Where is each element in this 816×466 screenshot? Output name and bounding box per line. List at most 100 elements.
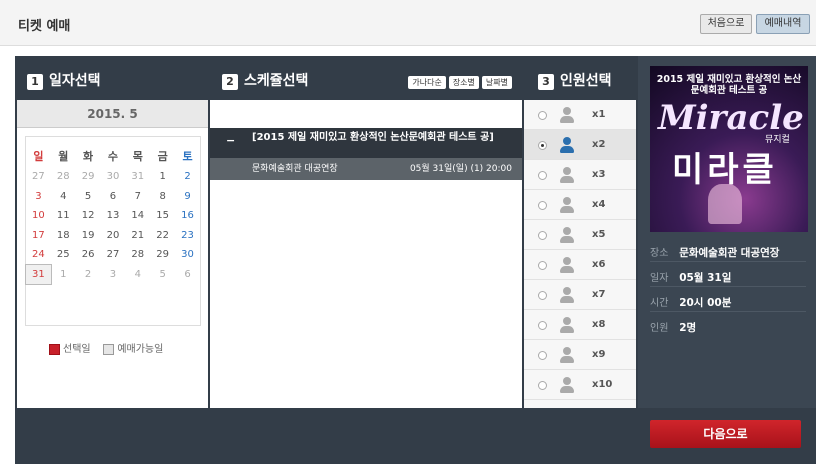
person-count-label: x6 bbox=[592, 259, 606, 270]
radio-button[interactable] bbox=[538, 171, 547, 180]
calendar-day[interactable]: 15 bbox=[150, 206, 175, 226]
radio-button[interactable] bbox=[538, 201, 547, 210]
calendar: 일 월 화 수 목 금 토 27 28 29 30 31 1 2 3 4 5 6 7 8 9 10 11 12 13 14 15 16… bbox=[25, 136, 201, 326]
radio-button[interactable] bbox=[538, 321, 547, 330]
person-count-option[interactable]: x5 bbox=[524, 220, 636, 250]
calendar-day[interactable]: 2 bbox=[175, 167, 200, 187]
collapse-icon[interactable]: − bbox=[226, 134, 235, 147]
show-title: [2015 제일 재미있고 환상적인 논산문예회관 테스트 공] bbox=[252, 132, 494, 143]
person-count-option[interactable]: x2 bbox=[524, 130, 636, 160]
calendar-day[interactable]: 14 bbox=[125, 206, 150, 226]
person-count-label: x7 bbox=[592, 289, 606, 300]
person-count-option[interactable]: x10 bbox=[524, 370, 636, 400]
person-count-option[interactable]: x7 bbox=[524, 280, 636, 310]
calendar-day[interactable]: 27 bbox=[101, 245, 126, 265]
calendar-day: 30 bbox=[106, 171, 120, 183]
person-count-option[interactable]: x3 bbox=[524, 160, 636, 190]
calendar-day[interactable]: 7 bbox=[125, 187, 150, 207]
person-icon bbox=[560, 137, 574, 153]
calendar-day: 6 bbox=[184, 268, 191, 280]
calendar-day[interactable]: 10 bbox=[26, 206, 51, 226]
divider bbox=[650, 286, 806, 287]
person-icon bbox=[560, 227, 574, 243]
person-icon bbox=[560, 287, 574, 303]
person-count-column: x1 x2 x3 x4 x5 x6 x7 x8 x9 x10 bbox=[524, 100, 636, 408]
sort-by-name-button[interactable]: 가나다순 bbox=[408, 76, 446, 89]
calendar-day[interactable]: 31 bbox=[25, 263, 52, 285]
calendar-day[interactable]: 13 bbox=[101, 206, 126, 226]
calendar-day[interactable]: 21 bbox=[125, 226, 150, 246]
divider bbox=[650, 261, 806, 262]
calendar-day[interactable]: 9 bbox=[175, 187, 200, 207]
calendar-day: 29 bbox=[81, 171, 95, 183]
radio-button[interactable] bbox=[538, 231, 547, 240]
calendar-day: 3 bbox=[109, 268, 117, 280]
radio-button[interactable] bbox=[538, 261, 547, 270]
next-button[interactable]: 다음으로 bbox=[650, 420, 801, 448]
calendar-day[interactable]: 6 bbox=[101, 187, 126, 207]
calendar-day[interactable]: 25 bbox=[51, 245, 76, 265]
person-icon bbox=[560, 197, 574, 213]
person-count-option[interactable]: x9 bbox=[524, 340, 636, 370]
step1-header: 1 일자선택 bbox=[15, 56, 208, 100]
radio-button[interactable] bbox=[538, 291, 547, 300]
radio-button[interactable] bbox=[538, 381, 547, 390]
calendar-day[interactable]: 4 bbox=[51, 187, 76, 207]
person-count-label: x2 bbox=[592, 139, 606, 150]
sort-by-date-button[interactable]: 날짜별 bbox=[481, 76, 512, 89]
calendar-week: 10 11 12 13 14 15 16 bbox=[26, 206, 200, 226]
radio-button[interactable] bbox=[538, 351, 547, 360]
calendar-day[interactable]: 11 bbox=[51, 206, 76, 226]
calendar-month: 2015. 5 bbox=[17, 100, 208, 128]
step3-header: 3 인원선택 bbox=[524, 56, 636, 100]
calendar-day[interactable]: 3 bbox=[26, 187, 51, 207]
selected-swatch bbox=[49, 343, 60, 355]
calendar-day[interactable]: 12 bbox=[76, 206, 101, 226]
info-venue: 장소 문화예술회관 대공연장 bbox=[650, 247, 780, 259]
person-count-option[interactable]: x4 bbox=[524, 190, 636, 220]
calendar-day[interactable]: 16 bbox=[175, 206, 200, 226]
calendar-day: 27 bbox=[32, 171, 45, 183]
calendar-grid: 일 월 화 수 목 금 토 27 28 29 30 31 1 2 3 4 5 6 7 8 9 10 11 12 13 14 15 16… bbox=[25, 145, 200, 285]
calendar-day: 5 bbox=[159, 268, 166, 280]
calendar-day[interactable]: 22 bbox=[150, 226, 175, 246]
calendar-day[interactable]: 20 bbox=[101, 226, 126, 246]
person-count-option[interactable]: x6 bbox=[524, 250, 636, 280]
booking-summary: 2015 제일 재미있고 환상적인 논산문예회관 테스트 공 Miracle 뮤… bbox=[638, 56, 816, 408]
calendar-day[interactable]: 19 bbox=[76, 226, 101, 246]
person-icon bbox=[560, 107, 574, 123]
calendar-legend: 선택일 예매가능일 bbox=[49, 340, 163, 355]
radio-button[interactable] bbox=[538, 141, 547, 150]
show-group-header[interactable]: − [2015 제일 재미있고 환상적인 논산문예회관 테스트 공] bbox=[210, 128, 522, 158]
person-count-option[interactable]: x1 bbox=[524, 100, 636, 130]
calendar-day: 4 bbox=[134, 268, 141, 280]
calendar-day[interactable]: 23 bbox=[175, 226, 200, 246]
schedule-row[interactable]: 문화예술회관 대공연장 05월 31일(일) (1) 20:00 bbox=[210, 158, 522, 180]
info-time: 시간 20시 00분 bbox=[650, 297, 732, 309]
calendar-day[interactable]: 29 bbox=[150, 245, 175, 265]
divider bbox=[650, 311, 806, 312]
sort-by-venue-button[interactable]: 장소별 bbox=[448, 76, 479, 89]
available-swatch bbox=[103, 343, 115, 355]
calendar-day[interactable]: 5 bbox=[76, 187, 101, 207]
calendar-day: 2 bbox=[84, 268, 92, 280]
booking-history-button[interactable]: 예매내역 bbox=[756, 14, 810, 34]
calendar-day[interactable]: 1 bbox=[150, 167, 175, 187]
person-count-option[interactable]: x8 bbox=[524, 310, 636, 340]
info-date: 일자 05월 31일 bbox=[650, 272, 732, 284]
booking-panel: 1 일자선택 2 스케쥴선택 가나다순 장소별 날짜별 3 인원선택 2015. 5 일 월… bbox=[15, 56, 816, 464]
person-count-label: x1 bbox=[592, 109, 606, 120]
calendar-day[interactable]: 18 bbox=[51, 226, 76, 246]
calendar-day[interactable]: 28 bbox=[125, 245, 150, 265]
home-button[interactable]: 처음으로 bbox=[700, 14, 752, 34]
radio-button[interactable] bbox=[538, 111, 547, 120]
calendar-week: 17 18 19 20 21 22 23 bbox=[26, 226, 200, 246]
calendar-day[interactable]: 26 bbox=[76, 245, 101, 265]
footer-bar: 다음으로 bbox=[15, 408, 816, 464]
person-count-label: x9 bbox=[592, 349, 606, 360]
calendar-day[interactable]: 30 bbox=[175, 245, 200, 265]
weekday-label: 금 bbox=[157, 150, 168, 163]
calendar-day[interactable]: 8 bbox=[150, 187, 175, 207]
calendar-day[interactable]: 24 bbox=[26, 245, 51, 265]
calendar-day[interactable]: 17 bbox=[26, 226, 51, 246]
